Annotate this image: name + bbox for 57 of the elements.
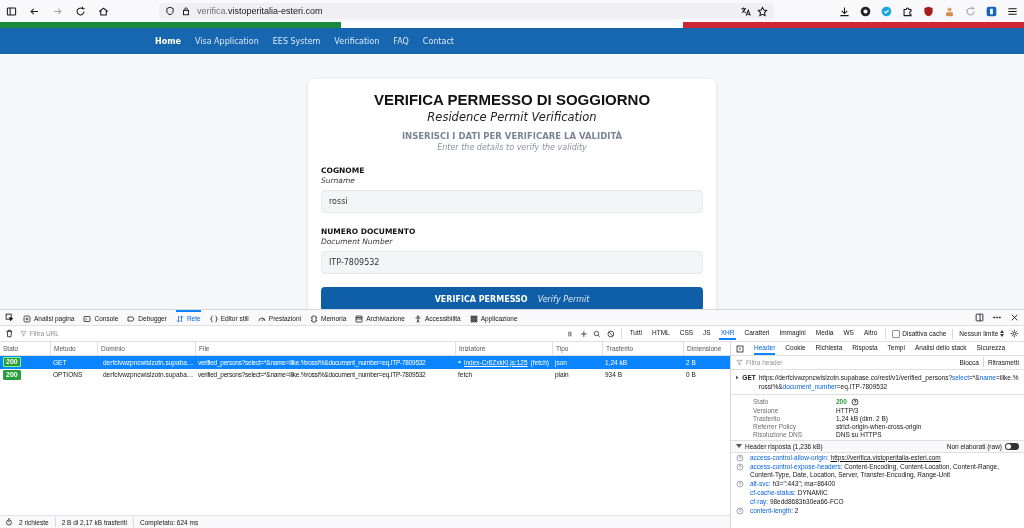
address-bar[interactable]: verifica.vistoperitalia-esteri.com <box>159 3 774 19</box>
form-title: VERIFICA PERMESSO DI SOGGIORNO <box>373 91 651 108</box>
collapse-triangle-icon[interactable] <box>736 443 742 449</box>
raw-toggle[interactable] <box>1005 442 1019 450</box>
input-field[interactable]: rossi <box>321 190 703 213</box>
sidebar-icon[interactable] <box>6 5 17 17</box>
page-inspector-icon <box>23 314 31 323</box>
element-picker-icon[interactable] <box>5 313 14 322</box>
plus-icon[interactable] <box>579 329 588 338</box>
home-icon[interactable] <box>98 5 109 17</box>
bookmark-star-icon[interactable] <box>757 5 768 17</box>
debugger-icon <box>127 314 136 323</box>
console-icon <box>83 314 92 323</box>
url-text: verifica.vistoperitalia-esteri.com <box>197 6 324 16</box>
search-icon[interactable] <box>593 329 601 338</box>
settings-icon[interactable] <box>1010 329 1020 338</box>
lock-icon <box>181 6 191 16</box>
reload-icon[interactable] <box>75 5 86 17</box>
input-field[interactable]: ITP-7809532 <box>321 251 703 274</box>
network-icon <box>175 314 184 323</box>
storage-icon <box>355 314 364 323</box>
verify-button[interactable]: VERIFICA PERMESSO Verify Permit <box>321 287 703 309</box>
back-icon[interactable] <box>29 5 40 17</box>
trash-icon[interactable] <box>5 329 14 338</box>
translate-icon[interactable] <box>740 5 751 17</box>
filter-icon <box>736 358 743 366</box>
extension-icon[interactable] <box>860 5 871 17</box>
instruction-text: INSERISCI I DATI PER VERIFICARE LA VALIDITÀ <box>401 131 623 141</box>
download-icon[interactable] <box>839 5 850 17</box>
nav-link[interactable]: FAQ <box>393 36 409 46</box>
menu-icon[interactable] <box>1007 5 1018 17</box>
shield-icon <box>165 6 175 16</box>
instruction-text: Enter the details to verify the validity <box>437 143 587 152</box>
more-icon[interactable] <box>992 313 1002 322</box>
gauge-icon <box>257 314 266 323</box>
nav-link[interactable]: Visa Application <box>194 36 259 46</box>
password-manager-icon[interactable] <box>986 5 997 17</box>
grid-icon <box>469 314 478 323</box>
nav-link[interactable]: Contact <box>422 36 454 46</box>
pause-icon[interactable] <box>565 329 574 338</box>
filter-icon <box>19 330 27 337</box>
accessibility-icon <box>413 314 422 323</box>
nav-link[interactable]: EES System <box>272 36 321 46</box>
shield-extension-icon[interactable] <box>923 5 934 17</box>
block-icon[interactable] <box>606 329 615 338</box>
help-icon[interactable] <box>850 397 859 406</box>
up-down-arrows-icon <box>1000 330 1005 337</box>
puzzle-icon[interactable] <box>902 5 913 17</box>
memory-chip-icon <box>310 314 318 323</box>
dock-icon[interactable] <box>975 313 984 322</box>
nav-link[interactable]: Verification <box>334 36 380 46</box>
close-icon[interactable] <box>1010 313 1019 322</box>
braces-icon <box>209 314 218 323</box>
panel-toggle-icon[interactable] <box>736 344 744 353</box>
nav-link[interactable]: Home <box>155 36 181 46</box>
form-subtitle: Residence Permit Verification <box>427 110 597 124</box>
stopwatch-icon <box>5 518 13 526</box>
